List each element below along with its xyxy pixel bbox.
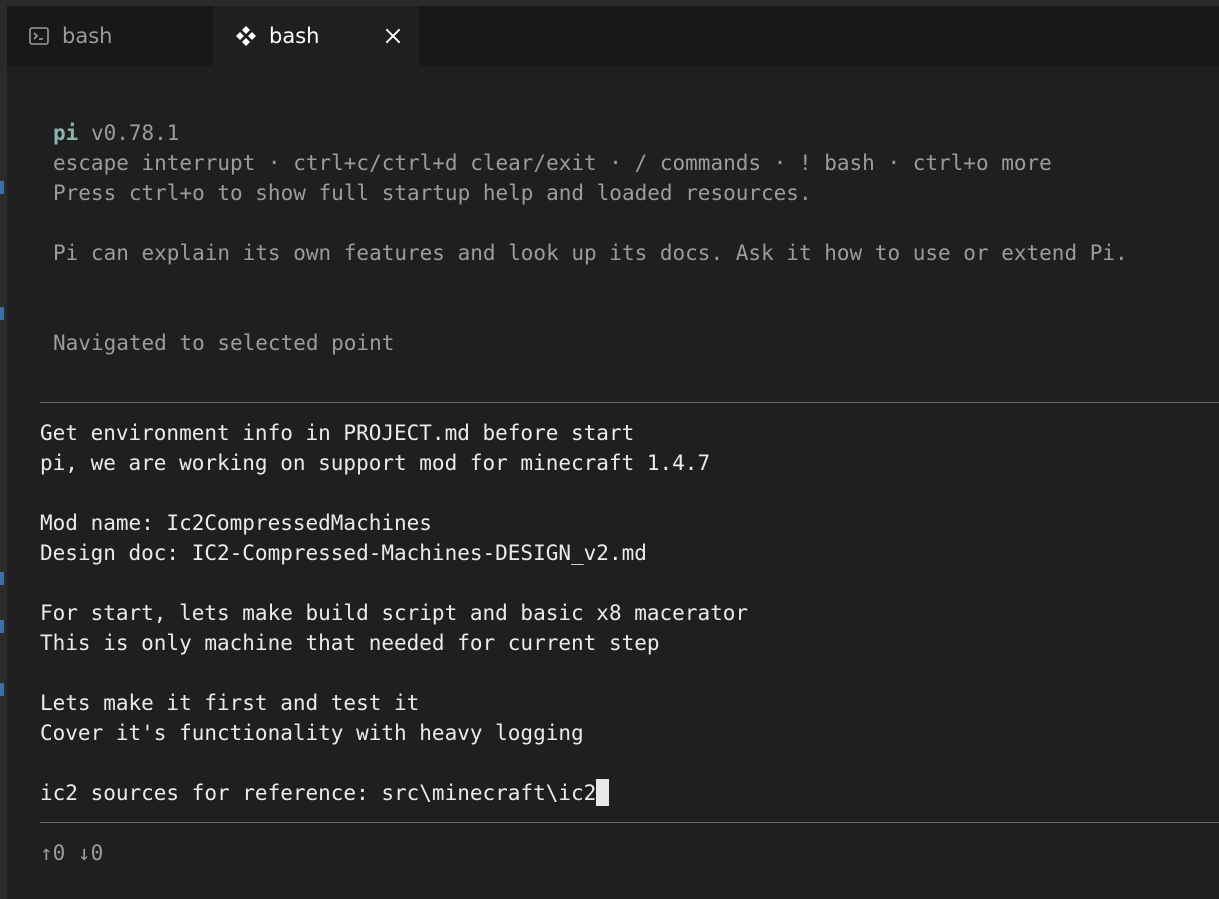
close-tab-button[interactable] [381,24,405,48]
close-icon [385,28,401,44]
tab-label: bash [269,24,320,48]
tab-bash-1[interactable]: bash [7,6,213,66]
text-cursor [596,779,610,806]
diamond-icon [236,26,256,46]
terminal-output[interactable]: pi v0.78.1 escape interrupt · ctrl+c/ctr… [7,66,1219,899]
gutter-marker [0,683,4,696]
prompt-line: Mod name: Ic2CompressedMachines [40,511,432,535]
tab-label: bash [62,24,113,48]
divider [40,822,1219,823]
keyboard-hints: escape interrupt · ctrl+c/ctrl+d clear/e… [53,151,1052,175]
prompt-line: Design doc: IC2-Compressed-Machines-DESI… [40,541,647,565]
left-gutter [0,0,7,899]
prompt-line: This is only machine that needed for cur… [40,631,660,655]
prompt-input-text: ic2 sources for reference: src\minecraft… [40,781,597,805]
gutter-marker [0,307,4,320]
terminal-icon [29,27,49,45]
app-name: pi [53,121,79,145]
prompt-input-line[interactable]: ic2 sources for reference: src\minecraft… [40,778,610,808]
divider [40,402,1219,403]
status-message: Navigated to selected point [53,331,395,355]
prompt-line: Get environment info in PROJECT.md befor… [40,421,635,445]
app-version: v0.78.1 [90,121,180,145]
gutter-marker [0,620,4,633]
startup-help-text: Press ctrl+o to show full startup help a… [53,181,812,205]
gutter-marker [0,181,4,194]
prompt-line: Lets make it first and test it [40,691,420,715]
explain-text: Pi can explain its own features and look… [53,241,1128,265]
history-counter: ↑0 ↓0 [40,841,104,865]
terminal-tab-bar: bash bash [7,0,1219,66]
prompt-line: Cover it's functionality with heavy logg… [40,721,584,745]
tab-bash-2[interactable]: bash [213,6,419,66]
version-line: pi v0.78.1 [53,118,179,148]
prompt-line: pi, we are working on support mod for mi… [40,451,711,475]
gutter-marker [0,572,4,585]
prompt-line: For start, lets make build script and ba… [40,601,749,625]
